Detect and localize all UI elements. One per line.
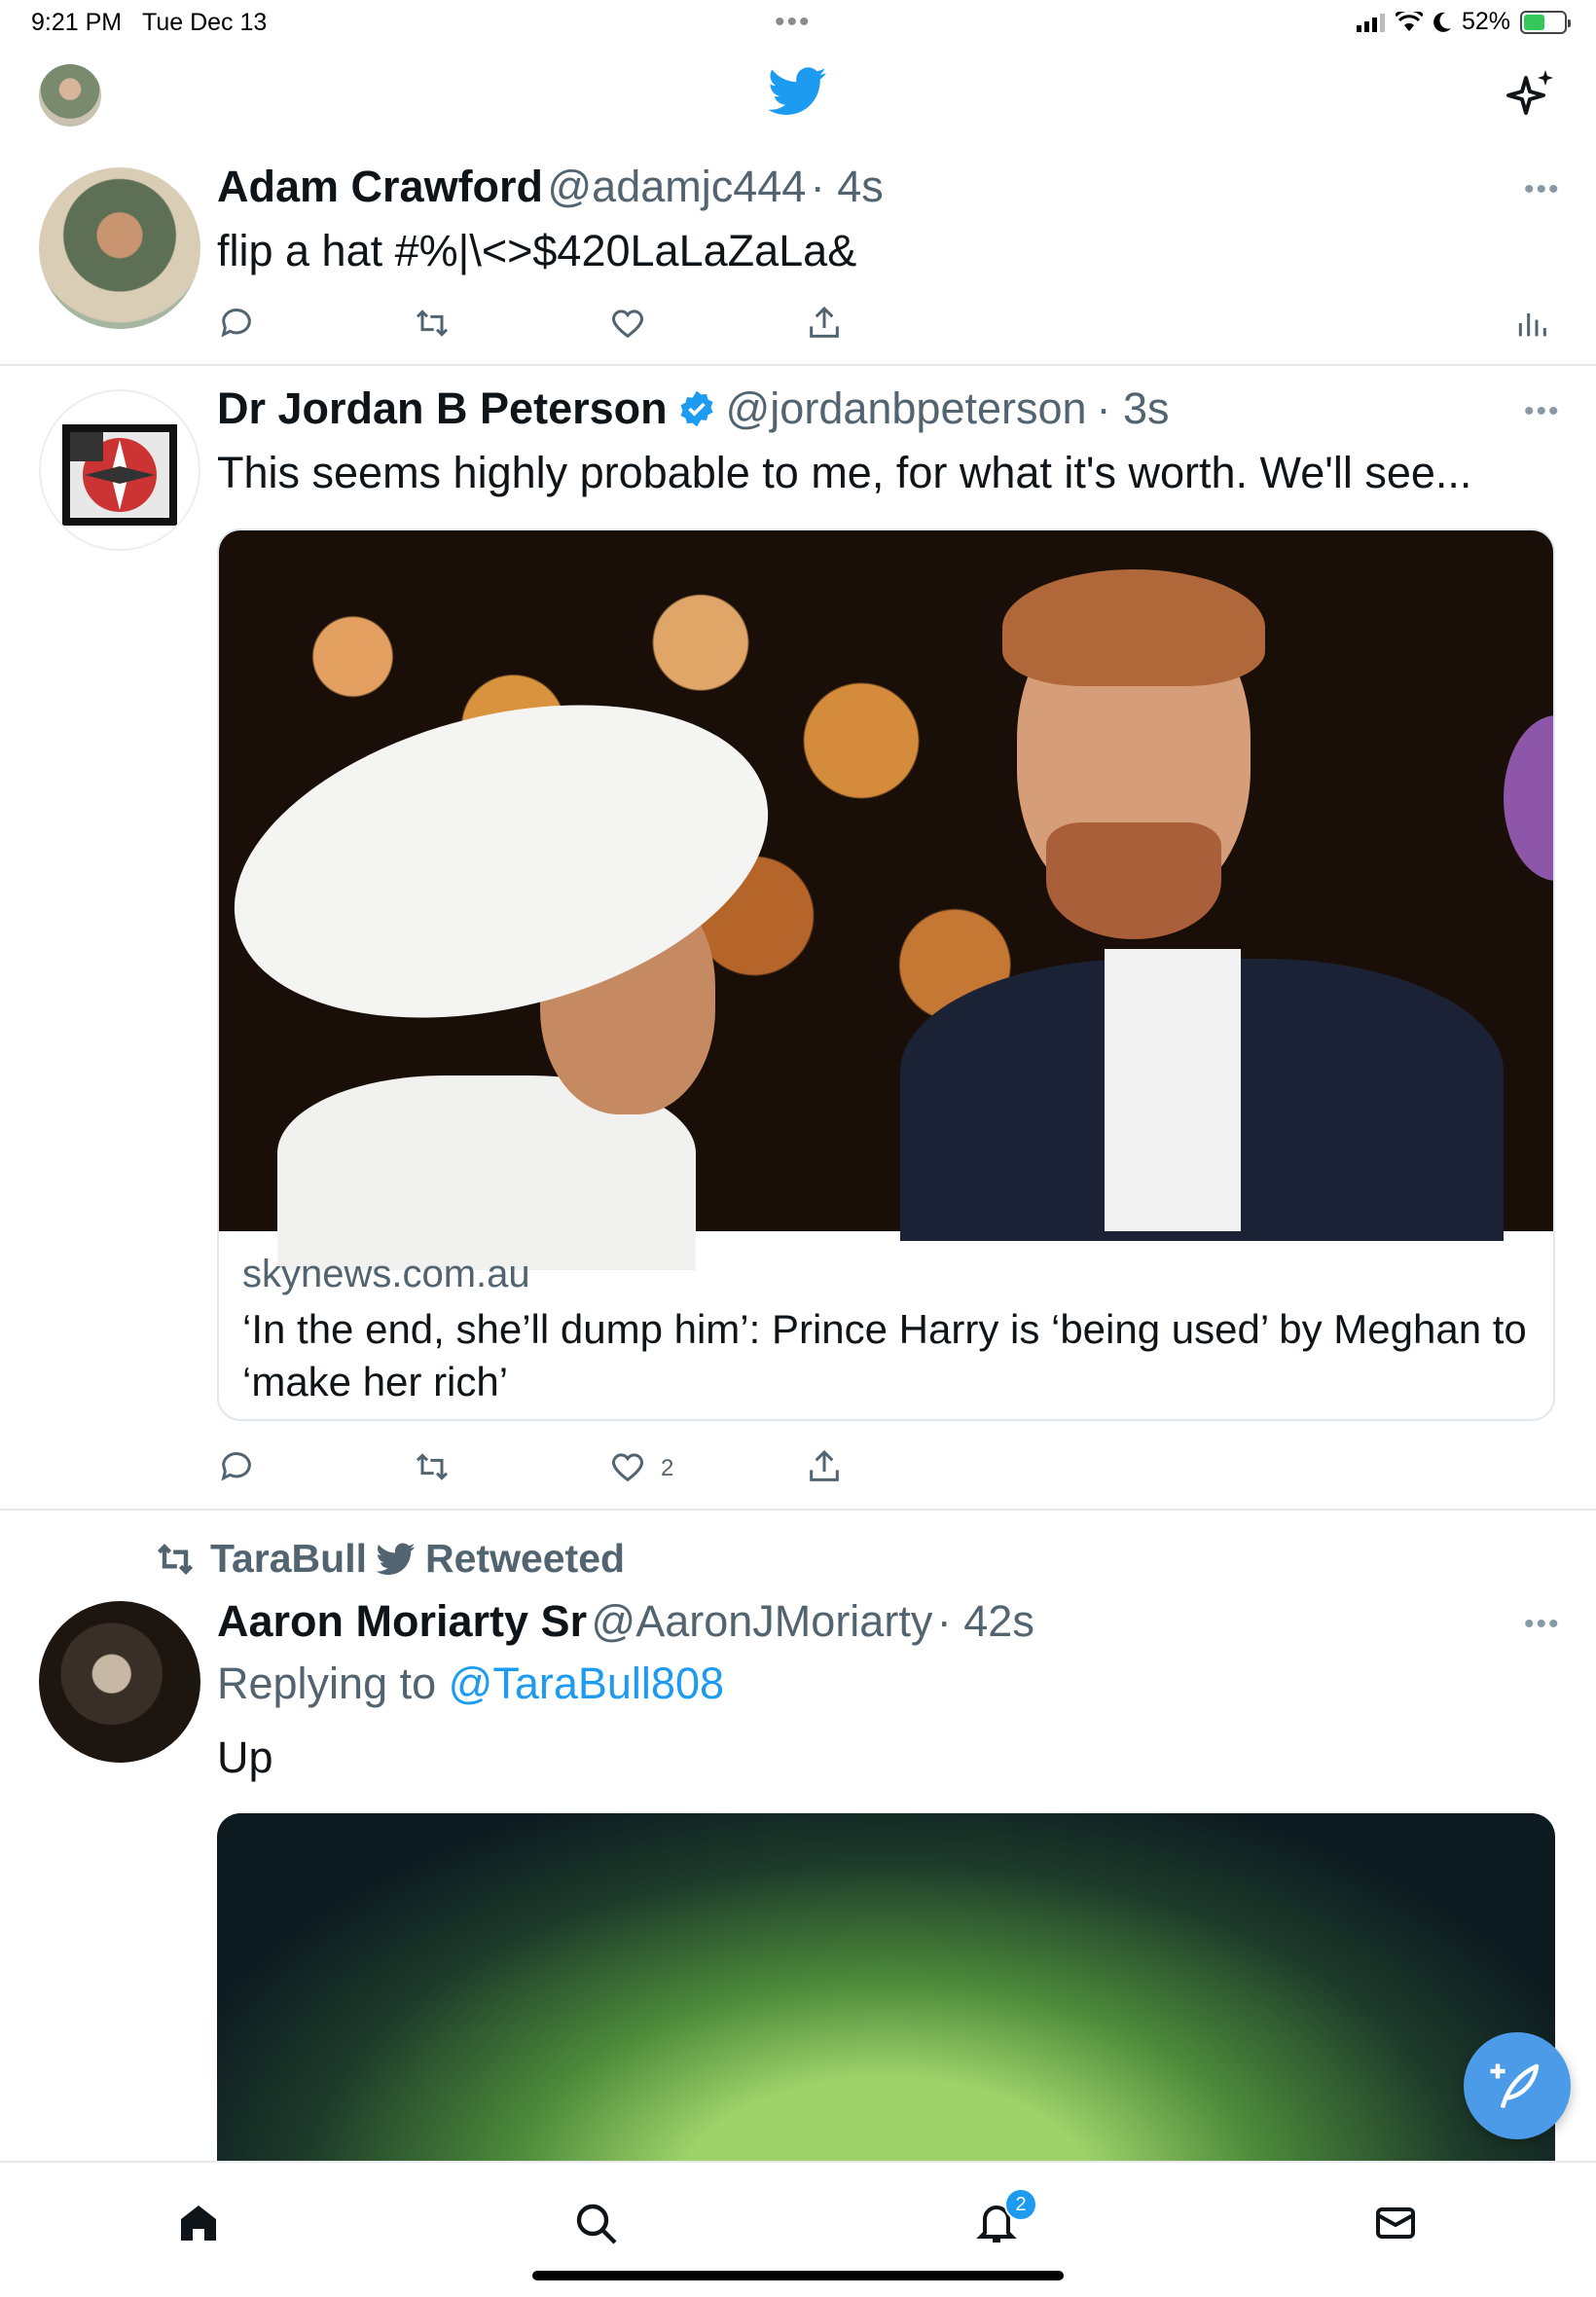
- twitter-bird-icon: [377, 1543, 416, 1575]
- battery-percentage: 52%: [1461, 8, 1510, 35]
- status-date: Tue Dec 13: [142, 9, 268, 36]
- link-card-title: ‘In the end, she’ll dump him’: Prince Ha…: [242, 1306, 1527, 1404]
- photo-shape: [1504, 715, 1553, 881]
- more-icon[interactable]: •••: [1524, 395, 1561, 428]
- status-time: 9:21 PM: [31, 9, 123, 36]
- tweet-image[interactable]: [217, 1813, 1555, 2164]
- retweet-context[interactable]: TaraBull Retweeted: [150, 1536, 625, 1582]
- peterson-logo-icon: [62, 424, 177, 526]
- status-indicators: 52%: [1356, 8, 1571, 36]
- replying-to: Replying to @TaraBull808: [217, 1659, 724, 1709]
- replying-to-link[interactable]: @TaraBull808: [449, 1659, 724, 1708]
- tweet-divider: [0, 1509, 1596, 1511]
- wifi-icon: [1395, 11, 1423, 31]
- retweet-icon[interactable]: [413, 1447, 452, 1486]
- tweet-author-name[interactable]: Dr Jordan B Peterson: [217, 383, 668, 434]
- retweeted-label: Retweeted: [425, 1536, 626, 1581]
- retweet-icon: [157, 1543, 194, 1575]
- tweet-avatar[interactable]: [39, 167, 200, 329]
- tweet-author-handle[interactable]: @jordanbpeterson: [726, 383, 1087, 434]
- battery-level: [1524, 14, 1544, 30]
- share-icon[interactable]: [805, 1447, 844, 1486]
- sparkle-icon[interactable]: [1506, 68, 1557, 119]
- tweet-author-name[interactable]: Aaron Moriarty Sr: [217, 1596, 587, 1646]
- reply-icon[interactable]: [217, 304, 256, 343]
- more-icon[interactable]: •••: [1524, 1608, 1561, 1641]
- signal-icon: [1356, 13, 1385, 32]
- tweet-timestamp[interactable]: · 4s: [811, 162, 884, 211]
- twitter-bird-icon[interactable]: [769, 66, 827, 117]
- photo-shape: [1046, 822, 1221, 939]
- moon-icon: [1433, 12, 1451, 32]
- share-icon[interactable]: [805, 304, 844, 343]
- tweet-author-name[interactable]: Adam Crawford: [217, 162, 543, 211]
- multitasking-dots-icon[interactable]: •••: [775, 6, 812, 39]
- analytics-icon[interactable]: [1512, 304, 1551, 343]
- verified-badge-icon: [680, 390, 713, 427]
- like-icon[interactable]: [608, 304, 647, 343]
- battery-icon: [1520, 10, 1571, 34]
- home-indicator[interactable]: [532, 2271, 1064, 2280]
- notifications-badge: 2: [1004, 2188, 1037, 2221]
- tweet-text: This seems highly probable to me, for wh…: [217, 448, 1472, 497]
- tweet-author-handle[interactable]: @AaronJMoriarty: [592, 1596, 933, 1646]
- tweet-actions: [217, 304, 1579, 346]
- tweet-header: Adam Crawford @adamjc444 · 4s: [217, 162, 884, 212]
- photo-shape: [1002, 569, 1265, 686]
- compose-tweet-button[interactable]: [1464, 2032, 1571, 2139]
- tweet-divider: [0, 364, 1596, 366]
- compose-feather-icon: [1490, 2063, 1540, 2109]
- link-card[interactable]: skynews.com.au ‘In the end, she’ll dump …: [217, 529, 1555, 1421]
- tweet-avatar[interactable]: [39, 389, 200, 551]
- home-icon[interactable]: [175, 2200, 222, 2246]
- retweet-icon[interactable]: [413, 304, 452, 343]
- link-card-domain: skynews.com.au: [242, 1253, 530, 1295]
- link-card-image: [219, 530, 1553, 1270]
- tweet-text: Up: [217, 1732, 273, 1782]
- messages-envelope-icon[interactable]: [1372, 2200, 1419, 2246]
- search-icon[interactable]: [572, 2200, 619, 2246]
- tweet-text: flip a hat #%|\<>$420LaLaZaLa&: [217, 226, 857, 275]
- like-icon[interactable]: [608, 1447, 647, 1486]
- reply-icon[interactable]: [217, 1447, 256, 1486]
- tweet-header: Aaron Moriarty Sr @AaronJMoriarty · 42s: [217, 1596, 1034, 1647]
- status-bar: 9:21 PM Tue Dec 13 ••• 52%: [0, 0, 1596, 47]
- retweeter-name[interactable]: TaraBull: [210, 1536, 367, 1582]
- account-avatar[interactable]: [39, 64, 101, 127]
- more-icon[interactable]: •••: [1524, 173, 1561, 206]
- tweet-actions: 2: [217, 1447, 1190, 1490]
- tweet-timestamp[interactable]: · 42s: [937, 1596, 1034, 1646]
- tweet-author-handle[interactable]: @adamjc444: [548, 162, 807, 211]
- tweet-avatar[interactable]: [39, 1601, 200, 1763]
- photo-shape: [1105, 949, 1241, 1231]
- tweet-timestamp[interactable]: · 3s: [1097, 383, 1170, 434]
- tweet-header: Dr Jordan B Peterson @jordanbpeterson · …: [217, 383, 1170, 434]
- replying-to-label: Replying to: [217, 1659, 437, 1708]
- like-count: 2: [661, 1455, 674, 1481]
